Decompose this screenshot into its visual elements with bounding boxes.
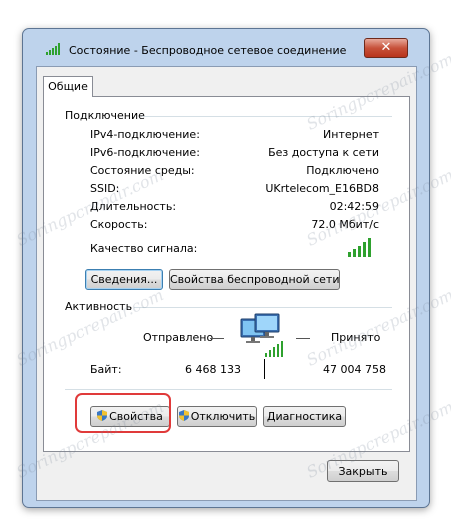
signal-quality-label: Качество сигнала: xyxy=(90,242,198,255)
wireless-properties-button[interactable]: Свойства беспроводной сети xyxy=(169,269,340,290)
divider xyxy=(142,116,392,117)
network-computers-icon xyxy=(240,313,283,357)
ipv4-label: IPv4-подключение: xyxy=(90,128,200,141)
media-state-value: Подключено xyxy=(306,164,379,177)
bytes-label: Байт: xyxy=(90,363,122,376)
sent-dash xyxy=(210,338,224,339)
ipv6-value: Без доступа к сети xyxy=(268,146,379,159)
divider xyxy=(134,307,392,308)
wireless-signal-icon xyxy=(46,43,60,55)
divider xyxy=(65,389,392,390)
received-dash xyxy=(296,338,310,339)
close-window-button[interactable]: ✕ xyxy=(364,38,408,58)
diagnose-button[interactable]: Диагностика xyxy=(263,406,346,427)
speed-label: Скорость: xyxy=(90,218,148,231)
window-title: Состояние - Беспроводное сетевое соедине… xyxy=(69,44,347,57)
ssid-value: UKrtelecom_E16BD8 xyxy=(265,182,379,195)
uac-shield-icon xyxy=(178,410,189,421)
tab-general[interactable]: Общие xyxy=(43,76,93,97)
connection-section-title: Подключение xyxy=(65,109,145,122)
sent-label: Отправлено xyxy=(143,331,214,344)
signal-strength-icon xyxy=(348,238,371,257)
details-button[interactable]: Сведения... xyxy=(85,269,163,290)
bytes-received-value: 47 004 758 xyxy=(323,363,386,376)
disable-button[interactable]: Отключить xyxy=(177,406,257,427)
bytes-sent-value: 6 468 133 xyxy=(185,363,241,376)
activity-separator xyxy=(264,359,265,379)
ipv6-label: IPv6-подключение: xyxy=(90,146,200,159)
title-bar[interactable]: Состояние - Беспроводное сетевое соедине… xyxy=(23,29,429,58)
disable-button-label: Отключить xyxy=(190,410,256,423)
ipv4-value: Интернет xyxy=(323,128,379,141)
